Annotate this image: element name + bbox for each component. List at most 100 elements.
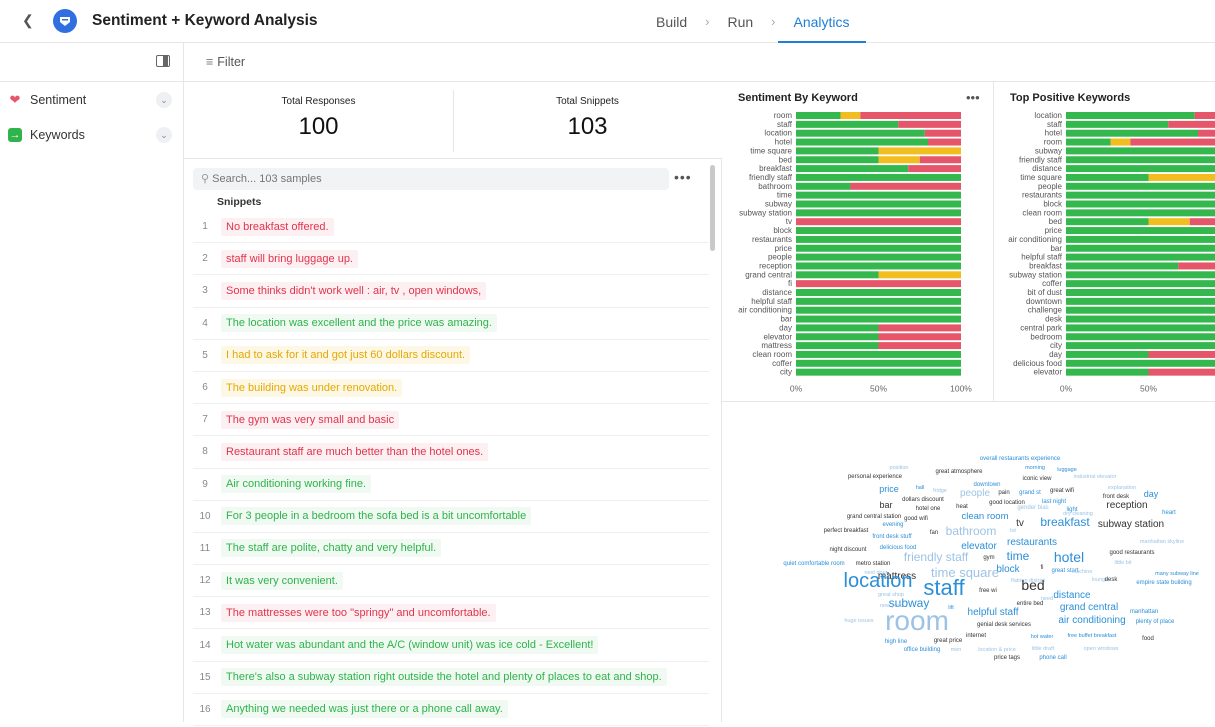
word-cloud-word[interactable]: restaurants: [1007, 537, 1057, 548]
tab-run[interactable]: Run: [711, 0, 769, 43]
word-cloud-word[interactable]: tv: [1016, 518, 1024, 529]
bar-positive[interactable]: [1066, 289, 1215, 296]
word-cloud-word[interactable]: subway station: [1098, 519, 1164, 530]
word-cloud-word[interactable]: block: [996, 564, 1020, 575]
word-cloud-word[interactable]: breakfast: [1040, 515, 1090, 529]
bar-negative[interactable]: [879, 342, 962, 349]
bar-positive[interactable]: [796, 245, 961, 252]
bar-positive[interactable]: [796, 227, 961, 234]
bar-positive[interactable]: [1066, 192, 1215, 199]
bar-positive[interactable]: [796, 342, 879, 349]
bar-positive[interactable]: [1066, 316, 1215, 323]
bar-negative[interactable]: [928, 139, 961, 146]
bar-neutral[interactable]: [879, 156, 920, 163]
bar-negative[interactable]: [1149, 369, 1215, 376]
bar-positive[interactable]: [1066, 254, 1215, 261]
word-cloud-word[interactable]: free wi: [979, 588, 997, 594]
table-row[interactable]: 8Restaurant staff are much better than t…: [193, 436, 709, 468]
bar-positive[interactable]: [1066, 236, 1215, 243]
bar-positive[interactable]: [1066, 209, 1215, 216]
word-cloud-word[interactable]: time: [1007, 549, 1030, 563]
table-row[interactable]: 2staff will bring luggage up.: [193, 243, 709, 275]
word-cloud-word[interactable]: manhattan skyline: [1140, 539, 1184, 545]
bar-positive[interactable]: [796, 333, 879, 340]
bar-positive[interactable]: [796, 262, 961, 269]
table-row[interactable]: 12It was very convenient.: [193, 565, 709, 597]
word-cloud-word[interactable]: internet: [966, 633, 986, 639]
word-cloud-word[interactable]: genial desk services: [977, 622, 1031, 628]
word-cloud-word[interactable]: pain: [998, 490, 1009, 496]
sidebar-item-sentiment[interactable]: ❤ Sentiment ⌄: [8, 89, 172, 111]
bar-positive[interactable]: [1066, 360, 1215, 367]
table-row[interactable]: 9Air conditioning working fine.: [193, 469, 709, 501]
word-cloud-word[interactable]: high line: [885, 639, 908, 645]
bar-positive[interactable]: [796, 183, 850, 190]
table-row[interactable]: 11The staff are polite, chatty and very …: [193, 533, 709, 565]
table-row[interactable]: 4The location was excellent and the pric…: [193, 308, 709, 340]
bar-positive[interactable]: [796, 192, 961, 199]
word-cloud-word[interactable]: metro station: [856, 561, 891, 567]
bar-negative[interactable]: [1178, 262, 1215, 269]
bar-positive[interactable]: [1066, 280, 1215, 287]
bar-positive[interactable]: [1066, 121, 1168, 128]
word-cloud-word[interactable]: desk: [1105, 577, 1119, 583]
bar-positive[interactable]: [1066, 245, 1215, 252]
word-cloud-word[interactable]: hotel: [1054, 549, 1084, 565]
word-cloud-word[interactable]: free buffet breakfast: [1068, 633, 1117, 639]
filter-button[interactable]: ≡Filter: [206, 55, 245, 69]
bar-negative[interactable]: [796, 218, 961, 225]
bar-neutral[interactable]: [879, 147, 962, 154]
word-cloud-word[interactable]: day: [1144, 489, 1159, 499]
bar-positive[interactable]: [796, 289, 961, 296]
bar-positive[interactable]: [1066, 218, 1149, 225]
word-cloud-word[interactable]: bar: [879, 500, 892, 510]
word-cloud-word[interactable]: hot water: [1031, 634, 1054, 640]
word-cloud-word[interactable]: little draft: [1032, 646, 1055, 652]
word-cloud-word[interactable]: men: [951, 647, 962, 653]
bar-positive[interactable]: [796, 147, 879, 154]
bar-positive[interactable]: [1066, 201, 1215, 208]
bar-positive[interactable]: [1066, 165, 1215, 172]
bar-negative[interactable]: [860, 112, 961, 119]
word-cloud-word[interactable]: grand central: [1060, 602, 1118, 613]
bar-positive[interactable]: [796, 298, 961, 305]
bar-positive[interactable]: [1066, 147, 1215, 154]
bar-positive[interactable]: [1066, 271, 1215, 278]
bar-positive[interactable]: [796, 121, 898, 128]
bar-positive[interactable]: [796, 254, 961, 261]
word-cloud-word[interactable]: distance: [1053, 590, 1091, 601]
word-cloud-word[interactable]: morning: [1025, 465, 1045, 471]
bar-positive[interactable]: [796, 316, 961, 323]
word-cloud-word[interactable]: great wifi: [1050, 488, 1074, 494]
word-cloud-word[interactable]: little bit: [1114, 560, 1132, 566]
word-cloud-word[interactable]: quiet comfortable room: [783, 561, 844, 567]
word-cloud-word[interactable]: many subway line: [1155, 571, 1199, 577]
word-cloud-word[interactable]: fridge: [933, 488, 947, 494]
bar-positive[interactable]: [1066, 307, 1215, 314]
word-cloud-word[interactable]: entire bed: [1017, 601, 1044, 607]
word-cloud-word[interactable]: clean room: [962, 511, 1009, 522]
word-cloud-word[interactable]: air conditioning: [1058, 615, 1125, 626]
chevron-down-icon[interactable]: ⌄: [156, 92, 172, 108]
word-cloud-word[interactable]: gender bias: [1017, 505, 1048, 511]
scrollbar[interactable]: [710, 165, 715, 251]
bar-negative[interactable]: [1130, 139, 1215, 146]
bar-neutral[interactable]: [841, 112, 861, 119]
bar-negative[interactable]: [1195, 112, 1215, 119]
word-cloud-word[interactable]: gym: [983, 555, 994, 561]
bar-positive[interactable]: [796, 174, 961, 181]
bar-negative[interactable]: [1149, 351, 1215, 358]
word-cloud-word[interactable]: grand st: [1019, 490, 1041, 496]
table-row[interactable]: 7The gym was very small and basic: [193, 404, 709, 436]
word-cloud-word[interactable]: food: [1142, 636, 1154, 642]
word-cloud-word[interactable]: fan: [930, 530, 938, 536]
word-cloud-word[interactable]: night discount: [829, 547, 866, 553]
bar-negative[interactable]: [879, 324, 962, 331]
bar-positive[interactable]: [1066, 324, 1215, 331]
word-cloud-word[interactable]: manhattan: [1130, 609, 1158, 615]
sidebar-toggle-icon[interactable]: [156, 55, 170, 67]
word-cloud-word[interactable]: machine: [1072, 569, 1093, 575]
bar-negative[interactable]: [1198, 130, 1215, 137]
table-row[interactable]: 6The building was under renovation.: [193, 372, 709, 404]
table-row[interactable]: 14Hot water was abundant and the A/C (wi…: [193, 629, 709, 661]
